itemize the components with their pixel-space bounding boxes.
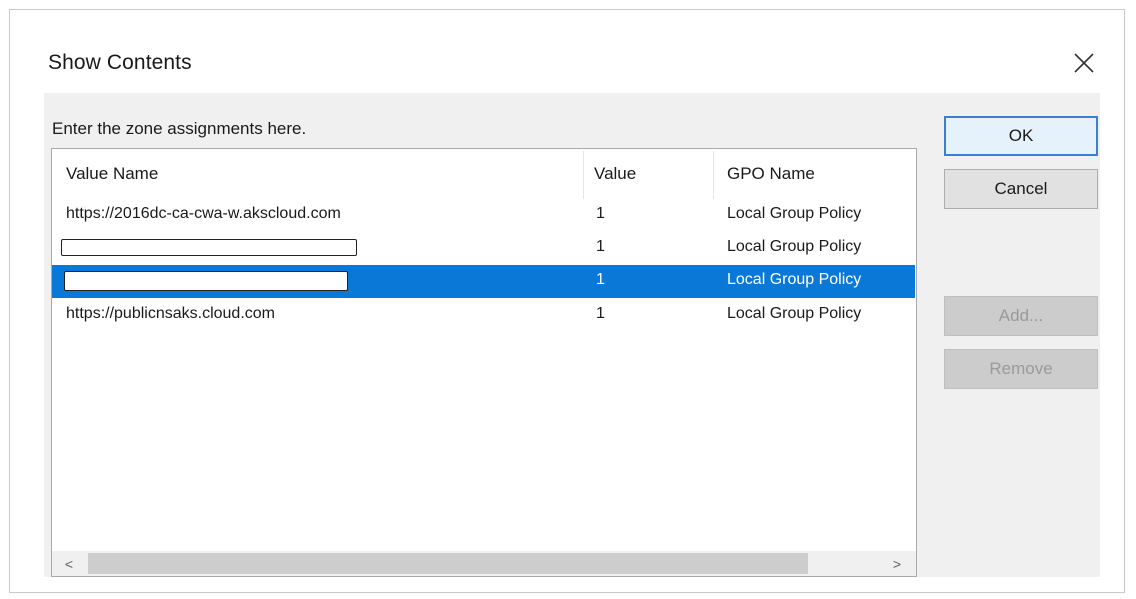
scroll-right-button[interactable]: > [886, 551, 908, 576]
list-header: Value Name Value GPO Name [52, 149, 916, 201]
column-header-value[interactable]: Value [594, 164, 636, 184]
cell-gpo-name: Local Group Policy [727, 205, 862, 222]
ok-button[interactable]: OK [944, 116, 1098, 156]
scroll-left-button[interactable]: < [58, 551, 80, 576]
cell-gpo-name: Local Group Policy [727, 271, 862, 288]
cell-value: 1 [596, 271, 605, 288]
horizontal-scrollbar[interactable]: < > [52, 551, 916, 576]
table-row[interactable]: https://2016dc-ca-cwa-w.akscloud.com 1 L… [52, 199, 915, 232]
column-header-value-name[interactable]: Value Name [66, 164, 158, 184]
cell-gpo-name: Local Group Policy [727, 305, 862, 322]
cancel-button[interactable]: Cancel [944, 169, 1098, 209]
chevron-left-icon: < [64, 555, 74, 572]
zone-assignments-list[interactable]: Value Name Value GPO Name https://2016dc… [51, 148, 917, 577]
cell-value-name: https://publicnsaks.cloud.com [66, 305, 275, 322]
column-header-gpo-name[interactable]: GPO Name [727, 164, 815, 184]
close-icon [1074, 53, 1094, 73]
table-row[interactable]: https://publicnsaks.cloud.com 1 Local Gr… [52, 299, 915, 332]
redaction-box [64, 271, 348, 291]
remove-button[interactable]: Remove [944, 349, 1098, 389]
table-row-selected[interactable]: 1 Local Group Policy [52, 265, 915, 298]
table-row[interactable]: 1 Local Group Policy [52, 232, 915, 265]
column-separator[interactable] [583, 151, 584, 199]
column-separator[interactable] [713, 151, 714, 199]
cell-value: 1 [596, 205, 605, 222]
close-button[interactable] [1066, 45, 1102, 81]
redaction-box [61, 239, 357, 256]
cell-value-name: https://2016dc-ca-cwa-w.akscloud.com [66, 205, 341, 222]
add-button[interactable]: Add... [944, 296, 1098, 336]
dialog-title: Show Contents [48, 51, 192, 74]
cell-value: 1 [596, 305, 605, 322]
chevron-right-icon: > [892, 555, 902, 572]
cell-value: 1 [596, 238, 605, 255]
cell-gpo-name: Local Group Policy [727, 238, 862, 255]
scroll-thumb[interactable] [88, 553, 808, 574]
prompt-label: Enter the zone assignments here. [52, 119, 307, 138]
